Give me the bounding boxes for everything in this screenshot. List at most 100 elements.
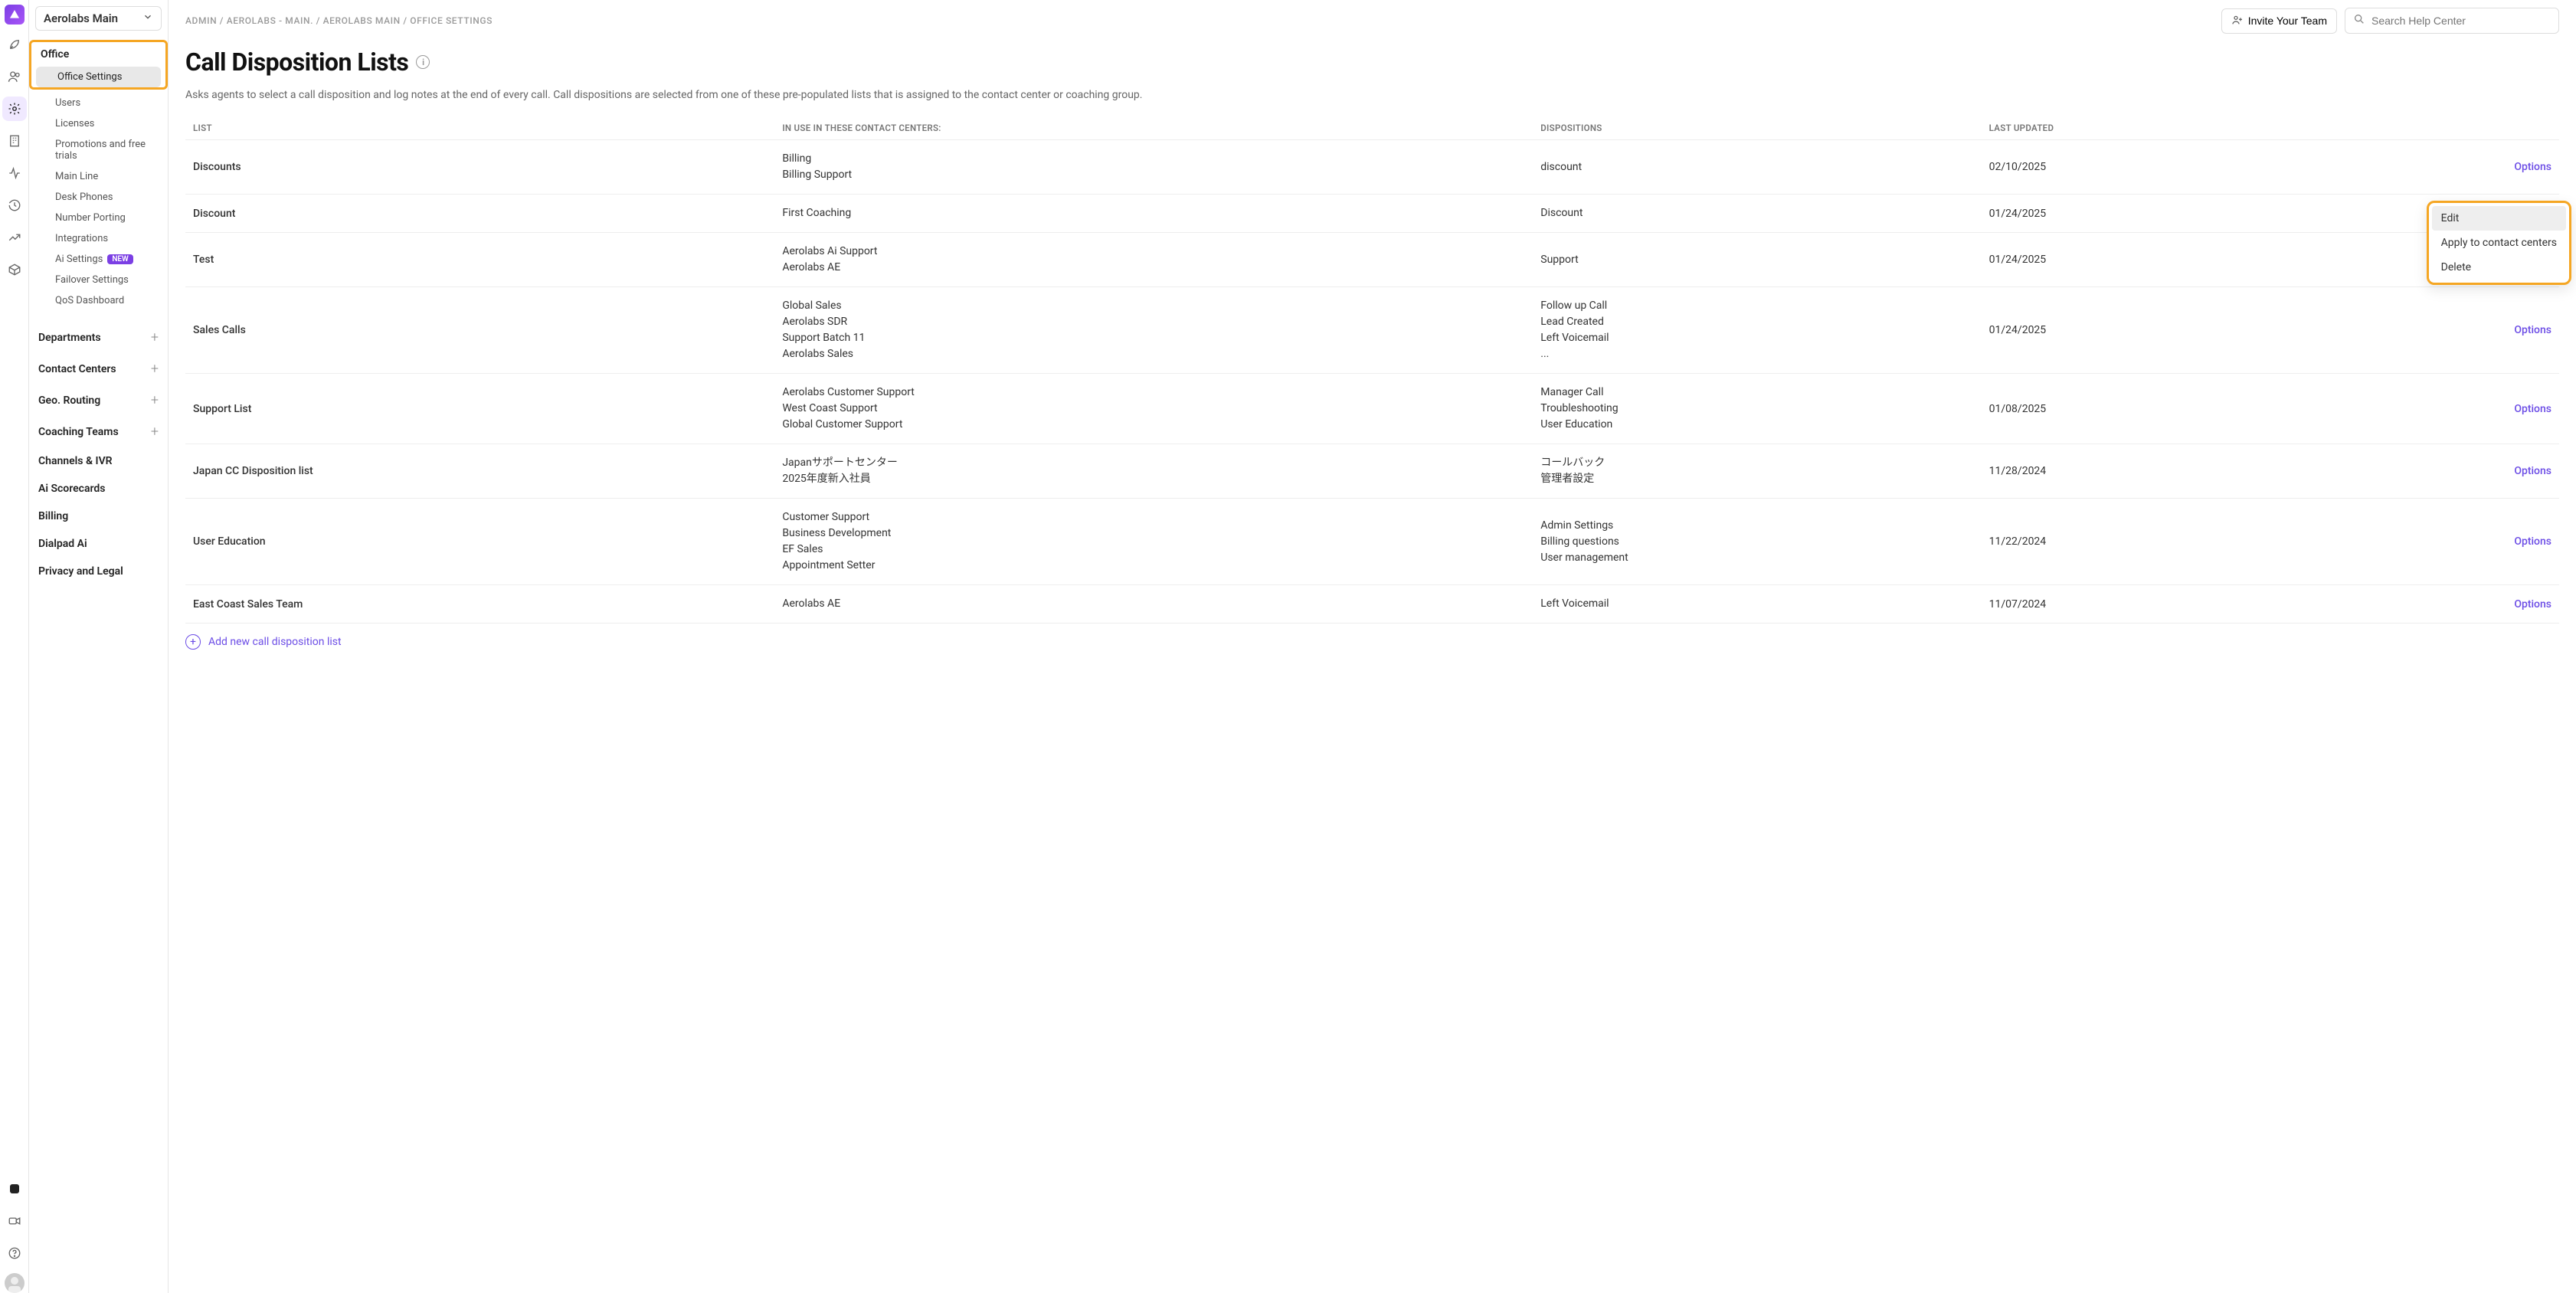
breadcrumb-admin[interactable]: ADMIN	[185, 15, 217, 26]
col-dispositions: DISPOSITIONS	[1533, 116, 1981, 140]
sidebar-item-label: Users	[55, 97, 80, 109]
add-disposition-list-button[interactable]: + Add new call disposition list	[185, 634, 2559, 650]
page-title-row: Call Disposition Lists i	[185, 47, 2559, 77]
sidebar-item-ai-settings[interactable]: Ai Settings NEW	[34, 249, 163, 270]
col-updated: LAST UPDATED	[1982, 116, 2330, 140]
highlight-office-section: Office Office Settings	[29, 40, 168, 90]
breadcrumb-workspace[interactable]: AEROLABS MAIN	[323, 15, 401, 26]
sidebar-section-label: Channels & IVR	[38, 455, 113, 467]
cell-dispositions: Discount	[1533, 195, 1981, 233]
app-logo[interactable]	[5, 5, 25, 25]
cell-dispositions: Left Voicemail	[1533, 585, 1981, 624]
table-row: Japan CC Disposition listJapanサポートセンター20…	[185, 444, 2559, 499]
sidebar-section-label: Billing	[38, 510, 68, 522]
options-link[interactable]: Options	[2330, 499, 2559, 585]
sidebar-section-label: Ai Scorecards	[38, 483, 105, 495]
cell-centers: Global SalesAerolabs SDRSupport Batch 11…	[774, 287, 1533, 374]
search-wrap[interactable]	[2345, 8, 2559, 34]
sidebar-item-label: Office Settings	[57, 71, 122, 83]
cell-list-name: Sales Calls	[185, 287, 774, 374]
sidebar-item-office-settings[interactable]: Office Settings	[36, 67, 161, 87]
sidebar-section-privacy-legal[interactable]: Privacy and Legal	[29, 558, 168, 585]
avatar[interactable]	[5, 1273, 25, 1293]
table-row: DiscountsBillingBilling Supportdiscount0…	[185, 140, 2559, 195]
plus-icon[interactable]: +	[151, 392, 159, 408]
sidebar-item-failover[interactable]: Failover Settings	[34, 270, 163, 290]
options-link[interactable]: Options	[2330, 140, 2559, 195]
sidebar-section-coaching-teams[interactable]: Coaching Teams +	[29, 416, 168, 447]
sidebar-section-billing[interactable]: Billing	[29, 502, 168, 530]
sidebar-item-label: Ai Settings	[55, 254, 103, 265]
info-icon[interactable]: i	[416, 55, 430, 69]
trending-icon[interactable]	[2, 225, 27, 250]
menu-item-edit[interactable]: Edit	[2432, 206, 2566, 231]
cell-updated: 01/24/2025	[1982, 287, 2330, 374]
plus-icon[interactable]: +	[151, 329, 159, 345]
cell-updated: 01/08/2025	[1982, 374, 2330, 444]
icon-rail	[0, 0, 29, 1293]
invite-team-button[interactable]: Invite Your Team	[2221, 8, 2337, 34]
breadcrumb-org[interactable]: AEROLABS - MAIN.	[227, 15, 313, 26]
cell-dispositions: コールバック管理者設定	[1533, 444, 1981, 499]
plus-icon[interactable]: +	[151, 424, 159, 440]
help-icon[interactable]	[2, 1241, 27, 1265]
sidebar-section-contact-centers[interactable]: Contact Centers +	[29, 353, 168, 385]
cell-updated: 11/22/2024	[1982, 499, 2330, 585]
menu-item-delete[interactable]: Delete	[2432, 255, 2566, 280]
cell-list-name: Support List	[185, 374, 774, 444]
breadcrumb: ADMIN / AEROLABS - MAIN. / AEROLABS MAIN…	[185, 15, 2214, 26]
sidebar-group-office[interactable]: Office	[31, 42, 165, 67]
app-switcher-icon[interactable]	[2, 1177, 27, 1201]
options-link[interactable]: Options	[2330, 585, 2559, 624]
sidebar-item-number-porting[interactable]: Number Porting	[34, 208, 163, 228]
sidebar-item-label: Promotions and free trials	[55, 139, 154, 162]
sidebar-item-users[interactable]: Users	[34, 93, 163, 113]
cell-dispositions: Manager CallTroubleshootingUser Educatio…	[1533, 374, 1981, 444]
gear-icon[interactable]	[2, 97, 27, 121]
cell-centers: Japanサポートセンター2025年度新入社員	[774, 444, 1533, 499]
topbar: ADMIN / AEROLABS - MAIN. / AEROLABS MAIN…	[169, 0, 2576, 41]
plus-icon[interactable]: +	[151, 361, 159, 377]
sidebar-section-departments[interactable]: Departments +	[29, 322, 168, 353]
sidebar-item-label: Integrations	[55, 233, 108, 244]
options-link[interactable]: Options	[2330, 444, 2559, 499]
search-icon	[2353, 13, 2365, 28]
disposition-table: LIST IN USE IN THESE CONTACT CENTERS: DI…	[185, 116, 2559, 624]
sidebar-section-label: Contact Centers	[38, 363, 116, 375]
options-link[interactable]: Options	[2330, 374, 2559, 444]
cell-list-name: Test	[185, 233, 774, 287]
page-description: Asks agents to select a call disposition…	[185, 89, 2559, 101]
sidebar-item-integrations[interactable]: Integrations	[34, 228, 163, 249]
sidebar-item-licenses[interactable]: Licenses	[34, 113, 163, 134]
cell-updated: 01/24/2025	[1982, 233, 2330, 287]
sidebar-section-channels-ivr[interactable]: Channels & IVR	[29, 447, 168, 475]
cube-icon[interactable]	[2, 257, 27, 282]
cell-list-name: Discounts	[185, 140, 774, 195]
history-icon[interactable]	[2, 193, 27, 218]
invite-icon	[2231, 14, 2244, 28]
cell-dispositions: Admin SettingsBilling questionsUser mana…	[1533, 499, 1981, 585]
sidebar-section-geo-routing[interactable]: Geo. Routing +	[29, 385, 168, 416]
cell-list-name: User Education	[185, 499, 774, 585]
rocket-icon[interactable]	[2, 32, 27, 57]
workspace-select[interactable]: Aerolabs Main	[35, 6, 162, 31]
sidebar-item-qos[interactable]: QoS Dashboard	[34, 290, 163, 311]
search-input[interactable]	[2371, 15, 2551, 27]
sidebar-item-label: Desk Phones	[55, 191, 113, 203]
sidebar-item-label: Failover Settings	[55, 274, 129, 286]
sidebar-item-label: Number Porting	[55, 212, 126, 224]
table-row: Support ListAerolabs Customer SupportWes…	[185, 374, 2559, 444]
sidebar-section-dialpad-ai[interactable]: Dialpad Ai	[29, 530, 168, 558]
col-in-use: IN USE IN THESE CONTACT CENTERS:	[774, 116, 1533, 140]
sidebar-item-promotions[interactable]: Promotions and free trials	[34, 134, 163, 166]
chevron-down-icon	[142, 11, 153, 25]
sidebar-section-ai-scorecards[interactable]: Ai Scorecards	[29, 475, 168, 502]
sidebar-item-desk-phones[interactable]: Desk Phones	[34, 187, 163, 208]
video-icon[interactable]	[2, 1209, 27, 1233]
menu-item-apply[interactable]: Apply to contact centers	[2432, 231, 2566, 255]
options-link[interactable]: Options	[2330, 287, 2559, 374]
activity-icon[interactable]	[2, 161, 27, 185]
building-icon[interactable]	[2, 129, 27, 153]
sidebar-item-main-line[interactable]: Main Line	[34, 166, 163, 187]
users-icon[interactable]	[2, 64, 27, 89]
